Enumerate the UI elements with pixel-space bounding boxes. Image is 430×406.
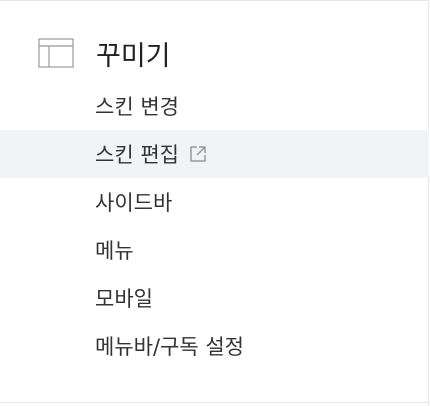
menu-item-label: 모바일 bbox=[95, 287, 153, 311]
menu-item-label: 메뉴바/구독 설정 bbox=[95, 335, 244, 359]
menu-item-skin-change[interactable]: 스킨 변경 bbox=[0, 82, 429, 130]
layout-icon bbox=[38, 38, 74, 68]
settings-panel: 꾸미기 스킨 변경 스킨 편집 사이드바 메뉴 모바일 메뉴바/구독 설정 bbox=[0, 0, 429, 406]
menu-item-skin-edit[interactable]: 스킨 편집 bbox=[0, 130, 429, 178]
menu-item-mobile[interactable]: 모바일 bbox=[0, 274, 429, 322]
external-link-icon bbox=[188, 144, 208, 164]
menu-item-sidebar[interactable]: 사이드바 bbox=[0, 178, 429, 226]
menu-item-label: 스킨 변경 bbox=[95, 95, 179, 119]
menu-item-label: 스킨 편집 bbox=[95, 143, 179, 167]
menu-item-menu[interactable]: 메뉴 bbox=[0, 226, 429, 274]
menu-item-label: 사이드바 bbox=[95, 191, 173, 215]
menu-item-menubar-subscribe[interactable]: 메뉴바/구독 설정 bbox=[0, 322, 429, 370]
bottom-divider bbox=[0, 402, 429, 403]
top-divider bbox=[0, 0, 429, 1]
section-title: 꾸미기 bbox=[96, 40, 171, 72]
customize-menu: 스킨 변경 스킨 편집 사이드바 메뉴 모바일 메뉴바/구독 설정 bbox=[0, 82, 429, 370]
section-header-customize[interactable]: 꾸미기 bbox=[38, 33, 171, 73]
menu-item-label: 메뉴 bbox=[95, 239, 134, 263]
